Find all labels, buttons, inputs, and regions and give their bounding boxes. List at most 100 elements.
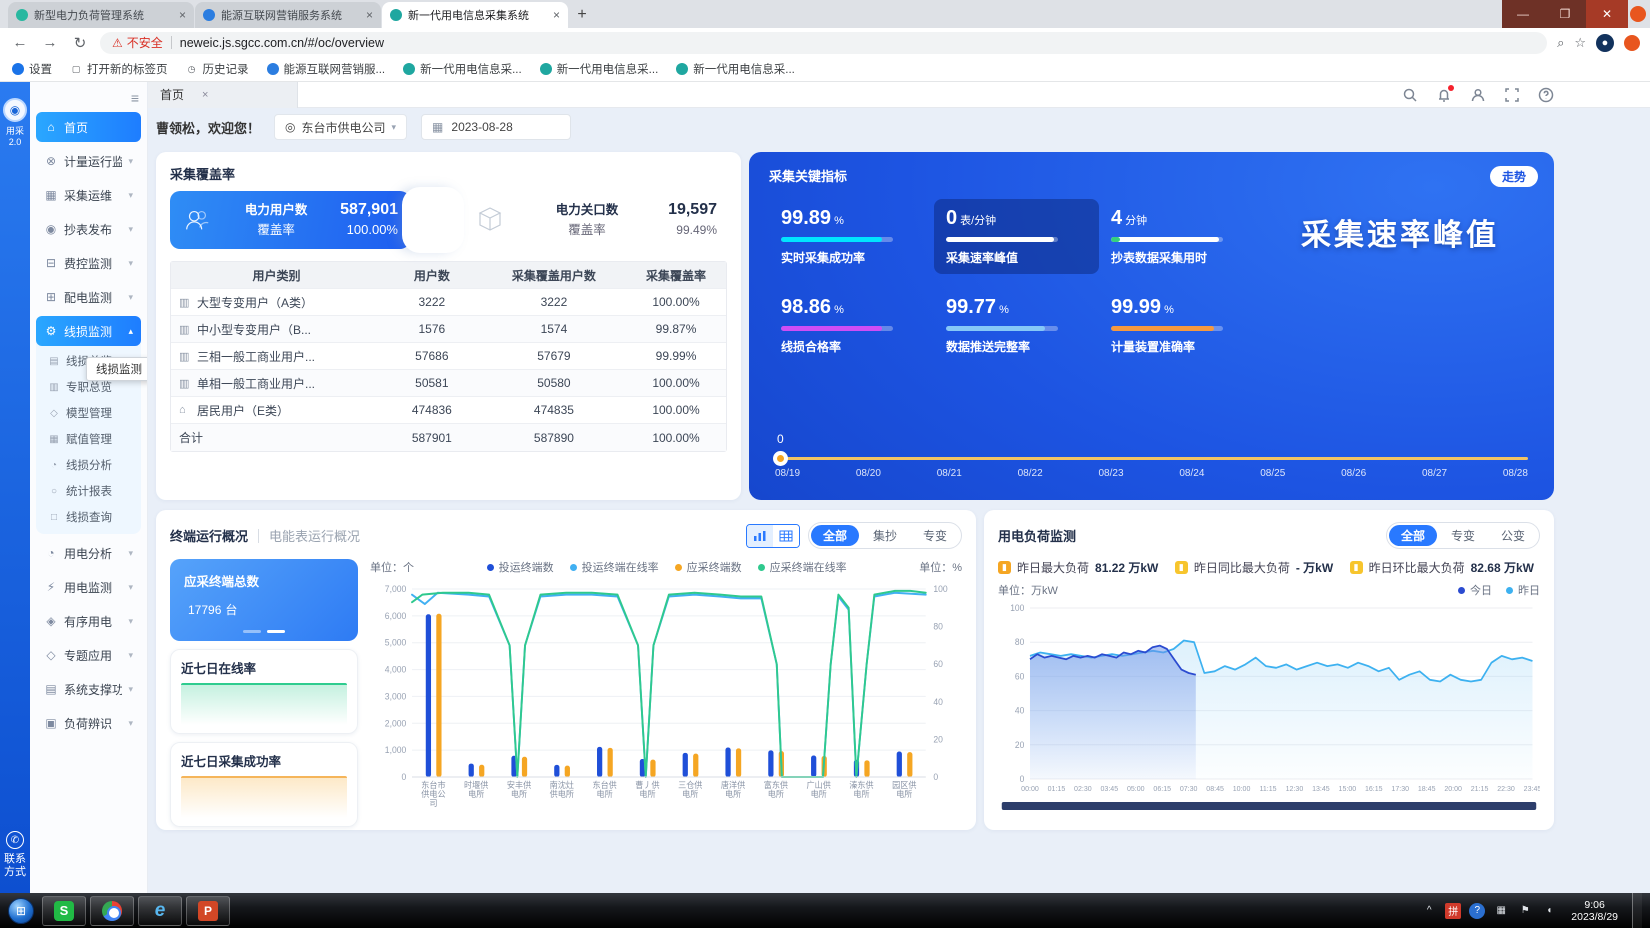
security-warning[interactable]: ⚠不安全 bbox=[112, 34, 163, 51]
sidebar-subitem-线损查询[interactable]: □线损查询 bbox=[36, 504, 141, 530]
metric-card[interactable]: 98.86%线损合格率 bbox=[769, 288, 934, 363]
filter-集抄[interactable]: 集抄 bbox=[861, 525, 909, 546]
browser-tab[interactable]: 新一代用电信息采集系统× bbox=[382, 2, 568, 28]
tab-close-icon[interactable]: × bbox=[366, 8, 373, 22]
bookmark-item[interactable]: ◷历史记录 bbox=[186, 61, 249, 77]
sidebar-item-系统支撑功能[interactable]: ▤系统支撑功能▾ bbox=[36, 674, 141, 704]
legend-item[interactable]: 今日 bbox=[1458, 582, 1492, 598]
tab-terminal-overview[interactable]: 终端运行概况 bbox=[170, 526, 248, 545]
sidebar-subitem-模型管理[interactable]: ◇模型管理 bbox=[36, 400, 141, 426]
contact-button[interactable]: ✆ 联系 方式 bbox=[0, 831, 30, 879]
maximize-button[interactable]: ❐ bbox=[1544, 0, 1586, 28]
taskbar-clock[interactable]: 9:06 2023/8/29 bbox=[1565, 899, 1624, 923]
sidebar-item-用电分析[interactable]: ◔用电分析▾ bbox=[36, 538, 141, 568]
tab-close-icon[interactable]: × bbox=[553, 8, 560, 22]
taskbar-wps[interactable]: S bbox=[42, 896, 86, 926]
terminal-total-card[interactable]: 应采终端总数 17796台 bbox=[170, 559, 358, 641]
org-selector[interactable]: ◎ 东台市供电公司 ▾ bbox=[274, 114, 407, 140]
sidebar-item-费控监测[interactable]: ⊟费控监测▾ bbox=[36, 248, 141, 278]
sidebar-subitem-赋值管理[interactable]: ▦赋值管理 bbox=[36, 426, 141, 452]
sidebar-subitem-统计报表[interactable]: ○统计报表 bbox=[36, 478, 141, 504]
online-rate-mini-card[interactable]: 近七日在线率 bbox=[170, 649, 358, 734]
chart-view-button[interactable] bbox=[747, 525, 773, 547]
bookmark-item[interactable]: 新一代用电信息采... bbox=[403, 61, 522, 77]
start-button[interactable]: ⊞ bbox=[4, 896, 38, 926]
sidebar-subitem-线损分析[interactable]: ◔线损分析 bbox=[36, 452, 141, 478]
fullscreen-icon[interactable] bbox=[1504, 87, 1520, 103]
zoom-icon[interactable]: ⌕ bbox=[1557, 35, 1564, 51]
bookmark-item[interactable]: 能源互联网营销服... bbox=[267, 61, 386, 77]
tab-close-icon[interactable]: × bbox=[202, 89, 208, 101]
success-rate-mini-card[interactable]: 近七日采集成功率 bbox=[170, 742, 358, 827]
bookmark-item[interactable]: 新一代用电信息采... bbox=[676, 61, 795, 77]
sidebar-collapse-icon[interactable]: ≡ bbox=[131, 90, 139, 106]
forward-button[interactable]: → bbox=[40, 34, 60, 51]
sidebar-item-抄表发布[interactable]: ◉抄表发布▾ bbox=[36, 214, 141, 244]
keyboard-icon[interactable]: ▦ bbox=[1493, 903, 1509, 919]
legend-item[interactable]: 应采终端数 bbox=[675, 559, 742, 575]
notification-bell-icon[interactable] bbox=[1436, 87, 1452, 103]
taskbar-ppt[interactable]: P bbox=[186, 896, 230, 926]
user-icon[interactable] bbox=[1470, 87, 1486, 103]
bookmark-item[interactable]: ▢打开新的标签页 bbox=[70, 61, 168, 77]
tab-close-icon[interactable]: × bbox=[179, 8, 186, 22]
legend-item[interactable]: 昨日 bbox=[1506, 582, 1540, 598]
sidebar-item-专题应用[interactable]: ◇专题应用▾ bbox=[36, 640, 141, 670]
browser-tab[interactable]: 能源互联网营销服务系统× bbox=[195, 2, 381, 28]
bookmark-item[interactable]: 设置 bbox=[12, 61, 52, 77]
taskbar-chrome[interactable] bbox=[90, 896, 134, 926]
filter-全部[interactable]: 全部 bbox=[811, 525, 859, 546]
minimize-button[interactable]: — bbox=[1502, 0, 1544, 28]
carousel-dots[interactable] bbox=[170, 630, 358, 633]
filter-公变[interactable]: 公变 bbox=[1489, 525, 1537, 546]
legend-item[interactable]: 投运终端数 bbox=[487, 559, 554, 575]
legend-item[interactable]: 投运终端在线率 bbox=[570, 559, 659, 575]
carousel-page-edge[interactable] bbox=[402, 187, 464, 253]
browser-tab[interactable]: 新型电力负荷管理系统× bbox=[8, 2, 194, 28]
flag-icon[interactable]: ⚑ bbox=[1517, 903, 1533, 919]
sidebar-item-首页[interactable]: ⌂首页 bbox=[36, 112, 141, 142]
metric-card[interactable]: 99.89%实时采集成功率 bbox=[769, 199, 934, 274]
sidebar-item-用电监测[interactable]: ⚡用电监测▾ bbox=[36, 572, 141, 602]
power-gates-card[interactable]: 电力关口数覆盖率 19,59799.49% bbox=[464, 191, 727, 249]
sidebar-item-采集运维[interactable]: ▦采集运维▾ bbox=[36, 180, 141, 210]
datazoom-scrollbar[interactable] bbox=[1002, 802, 1536, 810]
table-view-button[interactable] bbox=[773, 525, 799, 547]
metric-card[interactable]: 0表/分钟采集速率峰值 bbox=[934, 199, 1099, 274]
close-button[interactable]: ✕ bbox=[1586, 0, 1628, 28]
trend-badge-button[interactable]: 走势 bbox=[1490, 166, 1538, 187]
legend-item[interactable]: 应采终端在线率 bbox=[758, 559, 847, 575]
filter-专变[interactable]: 专变 bbox=[911, 525, 959, 546]
new-tab-button[interactable]: + bbox=[569, 2, 595, 28]
filter-全部[interactable]: 全部 bbox=[1389, 525, 1437, 546]
tab-meter-overview[interactable]: 电能表运行概况 bbox=[269, 526, 360, 545]
url-bar[interactable]: ⚠不安全 neweic.js.sgcc.com.cn/#/oc/overview bbox=[100, 32, 1547, 54]
power-users-card[interactable]: 电力用户数覆盖率 587,901100.00% bbox=[170, 191, 410, 249]
tray-help-icon[interactable]: ? bbox=[1469, 903, 1485, 919]
ime-icon[interactable]: 拼 bbox=[1445, 903, 1461, 919]
show-desktop-button[interactable] bbox=[1632, 893, 1642, 928]
url-text[interactable]: neweic.js.sgcc.com.cn/#/oc/overview bbox=[180, 36, 384, 50]
taskbar-ie[interactable]: e bbox=[138, 896, 182, 926]
date-picker[interactable]: ▦ 2023-08-28 bbox=[421, 114, 571, 140]
metric-card[interactable]: 99.77%数据推送完整率 bbox=[934, 288, 1099, 363]
sidebar-item-负荷辨识[interactable]: ▣负荷辨识▾ bbox=[36, 708, 141, 738]
search-icon[interactable] bbox=[1402, 87, 1418, 103]
bookmark-star-icon[interactable]: ☆ bbox=[1574, 35, 1586, 51]
speaker-icon[interactable]: ◖ bbox=[1541, 903, 1557, 919]
tray-caret-icon[interactable]: ^ bbox=[1421, 903, 1437, 919]
metric-card[interactable]: 99.99%计量装置准确率 bbox=[1099, 288, 1274, 363]
reload-button[interactable]: ↻ bbox=[70, 34, 90, 52]
timeline-point[interactable] bbox=[773, 451, 788, 466]
sidebar-item-配电监测[interactable]: ⊞配电监测▾ bbox=[36, 282, 141, 312]
browser-profile-avatar[interactable]: ● bbox=[1596, 34, 1614, 52]
sidebar-item-有序用电[interactable]: ◈有序用电▾ bbox=[36, 606, 141, 636]
browser-menu-icon[interactable] bbox=[1624, 35, 1640, 51]
help-icon[interactable] bbox=[1538, 87, 1554, 103]
metric-card[interactable]: 4分钟抄表数据采集用时 bbox=[1099, 199, 1274, 274]
back-button[interactable]: ← bbox=[10, 34, 30, 51]
filter-专变[interactable]: 专变 bbox=[1439, 525, 1487, 546]
sidebar-item-计量运行监测[interactable]: ⊗计量运行监测▾ bbox=[36, 146, 141, 176]
sidebar-item-线损监测[interactable]: ⚙线损监测▴ bbox=[36, 316, 141, 346]
page-tab-home[interactable]: 首页 × bbox=[148, 82, 298, 108]
